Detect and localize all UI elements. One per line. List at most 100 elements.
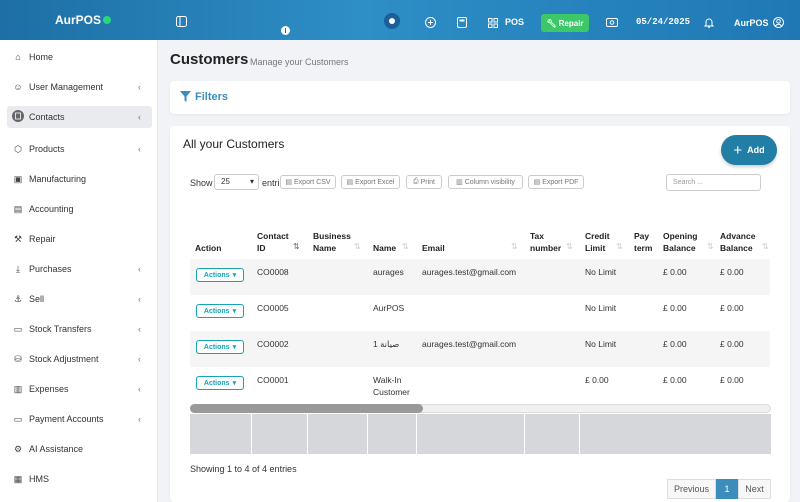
sidebar-item-contacts[interactable]: Contacts ‹	[7, 106, 152, 128]
filters-toggle[interactable]: Filters	[195, 91, 228, 103]
home-icon: ⌂	[15, 52, 21, 62]
sort-icon[interactable]: ⇅	[616, 242, 623, 251]
cash-icon[interactable]	[606, 18, 618, 30]
filter-icon[interactable]	[180, 91, 191, 105]
actions-label: Actions	[203, 379, 230, 387]
pagination-next[interactable]: Next	[738, 479, 771, 499]
table-footer-row	[190, 414, 771, 454]
cell-name: صيانة 1	[373, 339, 400, 349]
repair-button-label: Repair	[558, 18, 584, 28]
search-input[interactable]: Search ...	[666, 174, 761, 191]
page-subtitle: Manage your Customers	[250, 57, 349, 67]
column-header-tax-number[interactable]: Tax number	[530, 230, 564, 254]
current-date: 05/24/2025	[636, 17, 691, 27]
sidebar-item-label: AI Assistance	[29, 444, 84, 454]
sidebar-item-repair[interactable]: ⚒ Repair	[7, 228, 152, 250]
plus-circle-icon[interactable]	[425, 17, 436, 31]
footer-divider	[524, 414, 525, 454]
actions-label: Actions	[203, 343, 230, 351]
sidebar-item-label: Manufacturing	[29, 174, 87, 184]
cell-name: aurages	[373, 267, 404, 277]
column-header-name[interactable]: Name	[373, 242, 396, 254]
repair-button[interactable]: 🔧︎ Repair	[541, 14, 589, 32]
sidebar-item-label: Contacts	[29, 112, 65, 122]
grid-icon[interactable]	[488, 18, 498, 31]
sidebar-item-label: Repair	[29, 234, 56, 244]
user-menu[interactable]: AurPOS	[734, 17, 785, 28]
columns-icon: ▥	[456, 179, 463, 186]
export-csv-button[interactable]: ▤ Export CSV	[280, 175, 336, 189]
column-header-credit-limit[interactable]: Credit Limit	[585, 230, 613, 254]
bell-icon[interactable]	[703, 17, 715, 31]
sort-icon[interactable]: ⇅	[707, 242, 714, 251]
sidebar-item-manufacturing[interactable]: ▣ Manufacturing	[7, 168, 152, 190]
export-excel-button[interactable]: ▤ Export Excel	[341, 175, 400, 189]
wrench-icon: ⚒	[13, 233, 23, 244]
caret-down-icon: ▾	[232, 380, 237, 387]
sidebar-item-accounting[interactable]: ▤ Accounting	[7, 198, 152, 220]
calculator-icon[interactable]	[457, 17, 467, 31]
print-label: Print	[420, 178, 435, 186]
chevron-left-icon: ‹	[138, 354, 141, 364]
column-header-action[interactable]: Action	[195, 242, 221, 254]
print-button[interactable]: ⎙ Print	[406, 175, 442, 189]
add-customer-button[interactable]: + Add	[721, 135, 777, 165]
sidebar-item-expenses[interactable]: ▥ Expenses ‹	[7, 378, 152, 400]
filters-card[interactable]	[170, 81, 790, 114]
sort-desc-icon[interactable]: ⇅	[293, 242, 300, 251]
sort-icon[interactable]: ⇅	[566, 242, 573, 251]
page-title: Customers	[170, 51, 249, 68]
card-title: All your Customers	[183, 137, 285, 151]
pos-link[interactable]: POS	[505, 17, 524, 27]
chevron-left-icon: ‹	[138, 324, 141, 334]
sidebar-toggle-icon[interactable]	[176, 16, 187, 30]
column-visibility-button[interactable]: ▥ Column visibility	[448, 175, 523, 189]
sidebar-item-products[interactable]: ⬡ Products ‹	[7, 138, 152, 160]
row-actions-button[interactable]: Actions ▾	[196, 376, 244, 390]
sidebar-item-sell[interactable]: ⚓︎ Sell ‹	[7, 288, 152, 310]
column-header-business-name[interactable]: Business Name	[313, 230, 353, 254]
info-icon	[281, 26, 290, 38]
sidebar-item-stock-adjustment[interactable]: ⛁ Stock Adjustment ‹	[7, 348, 152, 370]
record-icon[interactable]	[384, 13, 400, 32]
cell-name: Walk-In Customer	[373, 375, 410, 397]
download-icon: ⤓	[16, 263, 20, 274]
sidebar-item-purchases[interactable]: ⤓ Purchases ‹	[7, 258, 152, 280]
sidebar-item-user-management[interactable]: ☺ User Management ‹	[7, 76, 152, 98]
horizontal-scrollbar-thumb[interactable]	[190, 404, 423, 413]
sort-icon[interactable]: ⇅	[402, 242, 409, 251]
chevron-left-icon: ‹	[138, 384, 141, 394]
row-actions-button[interactable]: Actions ▾	[196, 340, 244, 354]
sort-icon[interactable]: ⇅	[511, 242, 518, 251]
page-size-select[interactable]: 25	[214, 174, 259, 190]
sort-icon[interactable]: ⇅	[354, 242, 361, 251]
sidebar-item-label: HMS	[29, 474, 49, 484]
cell-advance-balance: £ 0.00	[720, 339, 744, 349]
row-actions-button[interactable]: Actions ▾	[196, 268, 244, 282]
row-actions-button[interactable]: Actions ▾	[196, 304, 244, 318]
chevron-left-icon: ‹	[138, 144, 141, 154]
export-pdf-button[interactable]: ▤ Export PDF	[528, 175, 584, 189]
sidebar-item-stock-transfers[interactable]: ▭ Stock Transfers ‹	[7, 318, 152, 340]
column-header-opening-balance[interactable]: Opening Balance	[663, 230, 703, 254]
cell-advance-balance: £ 0.00	[720, 375, 744, 385]
actions-label: Actions	[203, 271, 230, 279]
pagination-page-1[interactable]: 1	[716, 479, 738, 499]
sidebar-item-label: Products	[29, 144, 65, 154]
column-header-email[interactable]: Email	[422, 242, 445, 254]
sidebar-item-payment-accounts[interactable]: ▭ Payment Accounts ‹	[7, 408, 152, 430]
column-header-pay-term[interactable]: Pay term	[634, 230, 656, 254]
sidebar-item-home[interactable]: ⌂ Home	[7, 46, 152, 68]
caret-down-icon: ▾	[232, 272, 237, 279]
sidebar-item-ai-assistance[interactable]: ⚙︎ AI Assistance	[7, 438, 152, 460]
column-header-contact-id[interactable]: Contact ID	[257, 230, 289, 254]
add-button-label: Add	[747, 145, 765, 155]
sort-icon[interactable]: ⇅	[762, 242, 769, 251]
sidebar-item-hms[interactable]: ▦ HMS	[7, 468, 152, 490]
hotel-icon: ▦	[13, 473, 23, 484]
pagination-previous[interactable]: Previous	[667, 479, 716, 499]
sidebar-item-label: Purchases	[29, 264, 72, 274]
column-header-advance-balance[interactable]: Advance Balance	[720, 230, 760, 254]
brand-logo[interactable]: AurPOS	[55, 13, 112, 27]
cell-credit-limit: £ 0.00	[585, 375, 609, 385]
